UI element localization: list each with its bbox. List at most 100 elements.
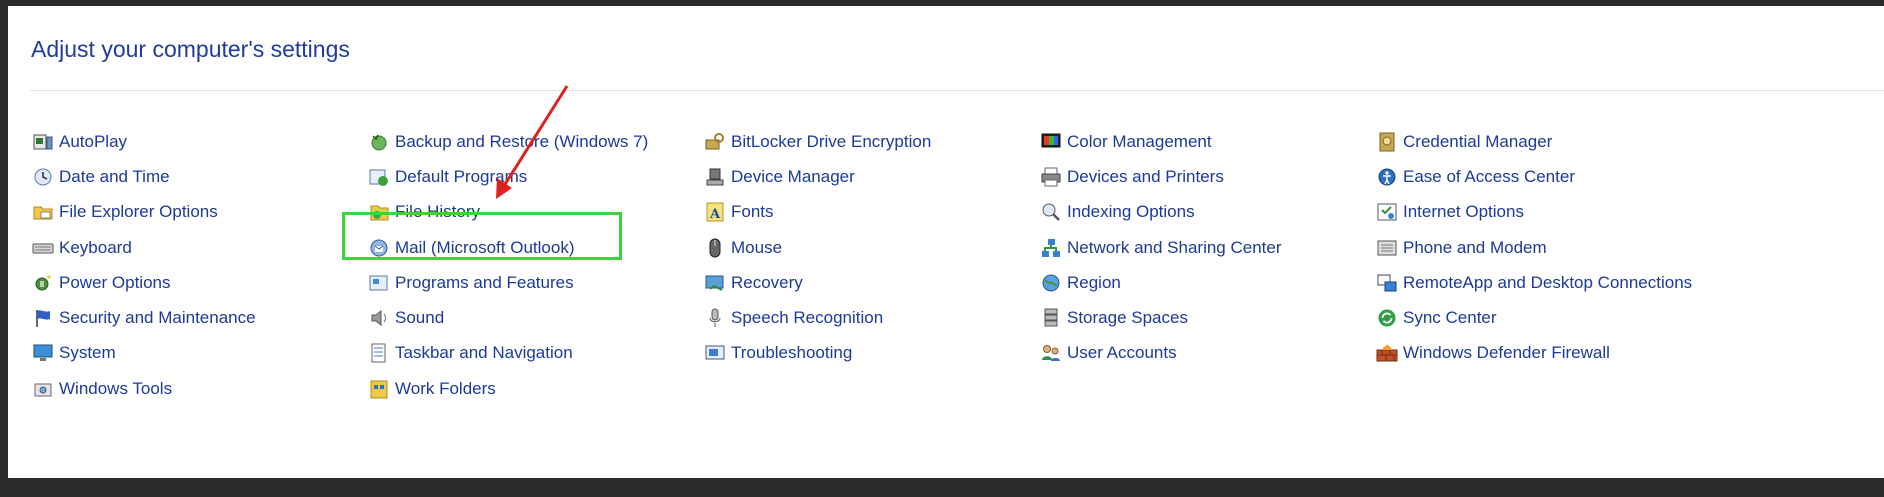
settings-item-label: Mail (Microsoft Outlook) (395, 237, 575, 257)
settings-item-taskbar-and-navigation[interactable]: Taskbar and Navigation (367, 336, 648, 371)
settings-item-label: Programs and Features (395, 272, 574, 292)
remoteapp-icon (1375, 272, 1399, 294)
settings-item-label: Windows Tools (59, 378, 173, 398)
settings-column-1: AutoPlay Date and Time File Explorer Optio… (31, 124, 256, 406)
settings-item-ease-of-access-center[interactable]: Ease of Access Center (1375, 159, 1692, 194)
settings-item-security-and-maintenance[interactable]: Security and Maintenance (31, 300, 256, 335)
page-title: Adjust your computer's settings (31, 36, 350, 62)
troubleshooting-icon (703, 342, 727, 364)
settings-item-label: Phone and Modem (1403, 237, 1547, 257)
settings-item-label: Sound (395, 308, 445, 328)
settings-item-label: Device Manager (731, 166, 855, 186)
settings-item-label: File Explorer Options (59, 202, 218, 222)
internet-options-icon (1375, 201, 1399, 223)
settings-item-label: Fonts (731, 202, 774, 222)
network-icon (1039, 237, 1063, 259)
settings-item-devices-and-printers[interactable]: Devices and Printers (1039, 159, 1282, 194)
device-manager-icon (703, 166, 727, 188)
settings-item-label: System (59, 343, 116, 363)
settings-item-speech-recognition[interactable]: Speech Recognition (703, 300, 931, 335)
settings-item-label: Troubleshooting (731, 343, 853, 363)
settings-item-recovery[interactable]: Recovery (703, 265, 931, 300)
keyboard-icon (31, 237, 55, 259)
settings-item-label: User Accounts (1067, 343, 1177, 363)
settings-item-label: Backup and Restore (Windows 7) (395, 131, 649, 151)
sync-icon (1375, 307, 1399, 329)
settings-item-label: Mouse (731, 237, 783, 257)
settings-item-date-and-time[interactable]: Date and Time (31, 159, 256, 194)
settings-item-storage-spaces[interactable]: Storage Spaces (1039, 300, 1282, 335)
header-divider (30, 90, 1884, 91)
settings-item-fonts[interactable]: A Fonts (703, 195, 931, 230)
settings-column-2: Backup and Restore (Windows 7) Default Pr… (367, 124, 648, 406)
clock-icon (31, 166, 55, 188)
settings-item-color-management[interactable]: Color Management (1039, 124, 1282, 159)
work-folders-icon (367, 378, 391, 400)
phone-icon (1375, 237, 1399, 259)
credential-icon (1375, 131, 1399, 153)
settings-item-indexing-options[interactable]: Indexing Options (1039, 195, 1282, 230)
settings-item-windows-defender-firewall[interactable]: Windows Defender Firewall (1375, 336, 1692, 371)
settings-item-label: Devices and Printers (1067, 166, 1224, 186)
settings-item-label: Credential Manager (1403, 131, 1553, 151)
speaker-icon (367, 307, 391, 329)
settings-item-label: Recovery (731, 272, 803, 292)
settings-item-sync-center[interactable]: Sync Center (1375, 300, 1692, 335)
settings-item-windows-tools[interactable]: Windows Tools (31, 371, 256, 406)
microphone-icon (703, 307, 727, 329)
settings-item-label: Keyboard (59, 237, 132, 257)
folder-options-icon (31, 201, 55, 223)
settings-item-file-history[interactable]: File History (367, 195, 648, 230)
settings-item-remoteapp-and-desktop-connections[interactable]: RemoteApp and Desktop Connections (1375, 265, 1692, 300)
settings-item-default-programs[interactable]: Default Programs (367, 159, 648, 194)
settings-column-5: Credential Manager Ease of Access Center I… (1375, 124, 1692, 371)
settings-item-label: Work Folders (395, 378, 496, 398)
settings-item-label: Date and Time (59, 166, 170, 186)
settings-item-file-explorer-options[interactable]: File Explorer Options (31, 195, 256, 230)
mouse-icon (703, 237, 727, 259)
fonts-icon: A (703, 201, 727, 223)
settings-item-label: Taskbar and Navigation (395, 343, 573, 363)
settings-item-credential-manager[interactable]: Credential Manager (1375, 124, 1692, 159)
recovery-icon (703, 272, 727, 294)
autoplay-icon (31, 131, 55, 153)
tools-icon (31, 378, 55, 400)
settings-item-label: Ease of Access Center (1403, 166, 1575, 186)
svg-text:A: A (709, 207, 721, 222)
settings-item-label: Region (1067, 272, 1121, 292)
settings-item-user-accounts[interactable]: User Accounts (1039, 336, 1282, 371)
settings-item-keyboard[interactable]: Keyboard (31, 230, 256, 265)
settings-item-troubleshooting[interactable]: Troubleshooting (703, 336, 931, 371)
settings-item-label: Security and Maintenance (59, 308, 256, 328)
settings-column-4: Color Management Devices and Printers Inde… (1039, 124, 1282, 371)
settings-item-bitlocker-drive-encryption[interactable]: BitLocker Drive Encryption (703, 124, 931, 159)
color-management-icon (1039, 131, 1063, 153)
settings-item-backup-and-restore-windows-7[interactable]: Backup and Restore (Windows 7) (367, 124, 648, 159)
settings-column-3: BitLocker Drive Encryption Device Manager… (703, 124, 931, 371)
backup-icon (367, 131, 391, 153)
settings-item-label: BitLocker Drive Encryption (731, 131, 932, 151)
settings-item-mouse[interactable]: Mouse (703, 230, 931, 265)
bitlocker-icon (703, 131, 727, 153)
settings-item-autoplay[interactable]: AutoPlay (31, 124, 256, 159)
settings-item-phone-and-modem[interactable]: Phone and Modem (1375, 230, 1692, 265)
settings-item-label: Default Programs (395, 166, 528, 186)
storage-icon (1039, 307, 1063, 329)
settings-item-label: Speech Recognition (731, 308, 884, 328)
settings-item-network-and-sharing-center[interactable]: Network and Sharing Center (1039, 230, 1282, 265)
indexing-icon (1039, 201, 1063, 223)
settings-item-region[interactable]: Region (1039, 265, 1282, 300)
settings-item-programs-and-features[interactable]: Programs and Features (367, 265, 648, 300)
settings-item-work-folders[interactable]: Work Folders (367, 371, 648, 406)
settings-item-label: Network and Sharing Center (1067, 237, 1282, 257)
ease-of-access-icon (1375, 166, 1399, 188)
globe-icon (1039, 272, 1063, 294)
file-history-icon (367, 201, 391, 223)
settings-item-device-manager[interactable]: Device Manager (703, 159, 931, 194)
settings-item-system[interactable]: System (31, 336, 256, 371)
settings-item-sound[interactable]: Sound (367, 300, 648, 335)
settings-item-internet-options[interactable]: Internet Options (1375, 195, 1692, 230)
settings-item-power-options[interactable]: Power Options (31, 265, 256, 300)
settings-item-label: Sync Center (1403, 308, 1497, 328)
settings-item-mail-microsoft-outlook[interactable]: Mail (Microsoft Outlook) (367, 230, 648, 265)
